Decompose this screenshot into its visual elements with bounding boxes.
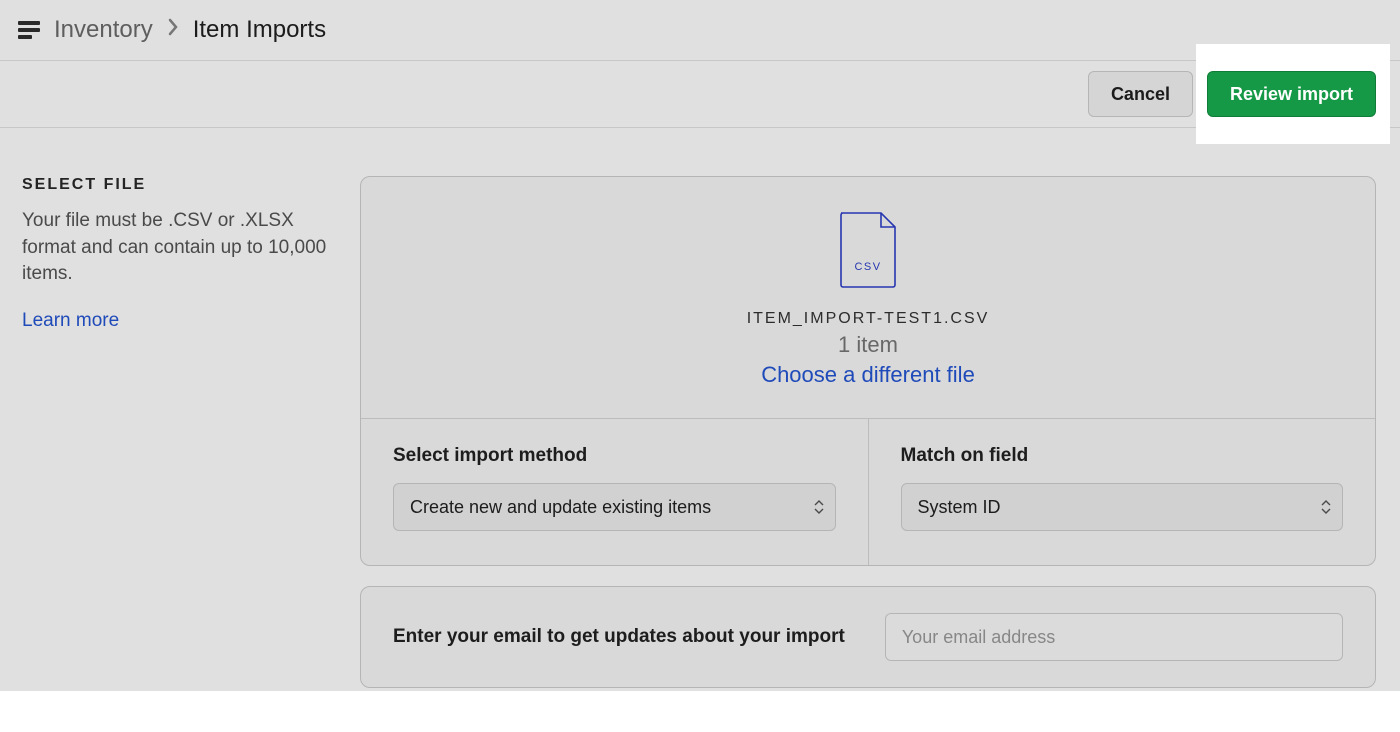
section-heading: SELECT FILE (22, 176, 338, 194)
import-method-value: Create new and update existing items (410, 497, 711, 518)
email-input[interactable] (885, 613, 1343, 661)
select-stepper-icon (814, 500, 824, 514)
review-import-button[interactable]: Review import (1207, 71, 1376, 117)
match-field-select[interactable]: System ID (901, 483, 1344, 531)
breadcrumb: Inventory Item Imports (0, 0, 1400, 61)
file-panel: CSV ITEM_IMPORT-TEST1.CSV 1 item Choose … (360, 176, 1376, 566)
select-stepper-icon (1321, 500, 1331, 514)
email-label: Enter your email to get updates about yo… (393, 626, 845, 648)
match-field-value: System ID (918, 497, 1001, 518)
inventory-icon (18, 21, 40, 39)
learn-more-link[interactable]: Learn more (22, 310, 119, 331)
csv-file-icon: CSV (837, 211, 899, 289)
import-method-select[interactable]: Create new and update existing items (393, 483, 836, 531)
section-description: Your file must be .CSV or .XLSX format a… (22, 208, 338, 288)
import-method-label: Select import method (393, 445, 836, 467)
uploaded-file-count: 1 item (381, 332, 1355, 358)
side-panel: SELECT FILE Your file must be .CSV or .X… (22, 176, 338, 708)
uploaded-file-name: ITEM_IMPORT-TEST1.CSV (381, 310, 1355, 328)
choose-different-file-link[interactable]: Choose a different file (381, 362, 1355, 388)
breadcrumb-current: Item Imports (193, 16, 326, 44)
chevron-right-icon (167, 18, 179, 42)
email-panel: Enter your email to get updates about yo… (360, 586, 1376, 688)
svg-text:CSV: CSV (854, 261, 881, 273)
cancel-button[interactable]: Cancel (1088, 71, 1193, 117)
action-bar: Cancel Review import (0, 61, 1400, 128)
file-drop-area: CSV ITEM_IMPORT-TEST1.CSV 1 item Choose … (361, 177, 1375, 419)
match-field-label: Match on field (901, 445, 1344, 467)
breadcrumb-root[interactable]: Inventory (54, 16, 153, 44)
